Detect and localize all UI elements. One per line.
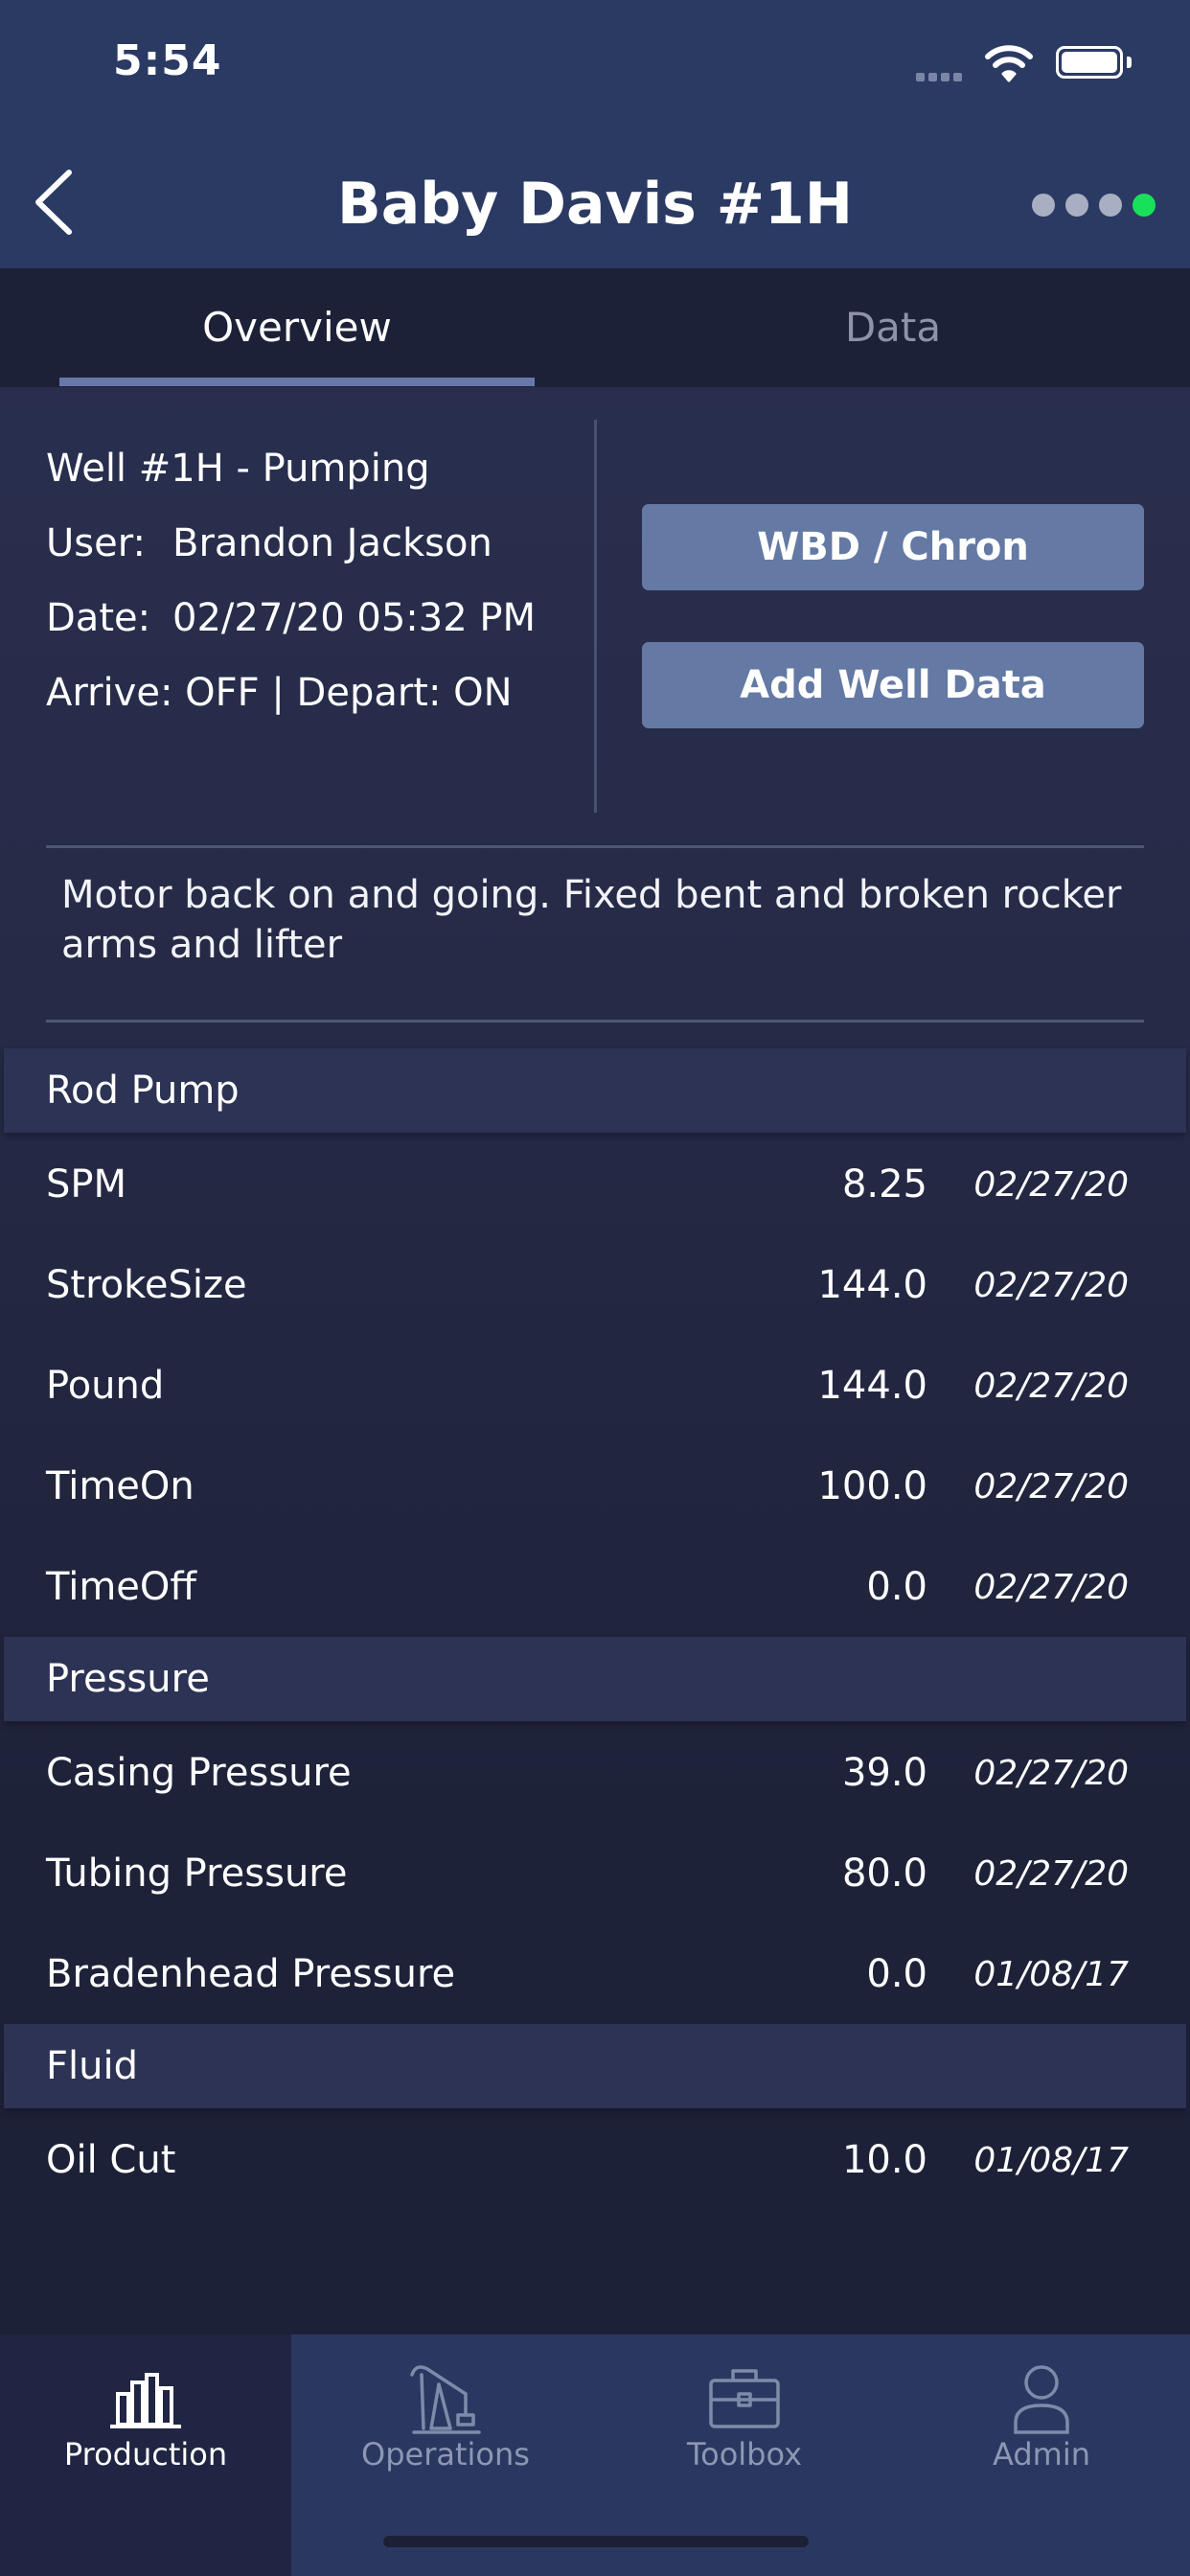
- add-well-data-button[interactable]: Add Well Data: [642, 642, 1144, 728]
- cellular-signal-icon: [916, 67, 966, 85]
- top-bar: 5:54 Baby Davis #1H: [0, 0, 1190, 268]
- divider-top: [46, 845, 1144, 848]
- section-header-rod-pump: Rod Pump: [4, 1048, 1186, 1133]
- row-name: SPM: [46, 1162, 127, 1207]
- tabbar-label: Admin: [993, 2436, 1090, 2472]
- divider-bottom: [46, 1020, 1144, 1023]
- section-header-pressure: Pressure: [4, 1637, 1186, 1721]
- row-name: Tubing Pressure: [46, 1852, 348, 1896]
- page-dot: [1032, 194, 1055, 217]
- row-date: 02/27/20: [973, 1266, 1129, 1305]
- user-line: User: Brandon Jackson: [46, 521, 492, 565]
- segment-tabs: Overview Data: [0, 268, 1190, 387]
- well-note: Motor back on and going. Fixed bent and …: [61, 873, 1122, 967]
- row-date: 02/27/20: [973, 1165, 1129, 1205]
- page-dot-active: [1133, 194, 1156, 217]
- data-row[interactable]: StrokeSize 144.0 02/27/20: [0, 1235, 1190, 1336]
- row-value: 0.0: [866, 1565, 927, 1609]
- row-name: Pound: [46, 1364, 165, 1408]
- date-value: 02/27/20 05:32 PM: [172, 596, 536, 640]
- section-header-fluid: Fluid: [4, 2024, 1186, 2108]
- battery-cap: [1127, 57, 1132, 68]
- user-label: User:: [46, 521, 146, 565]
- well-summary: Well #1H - Pumping User: Brandon Jackson …: [0, 387, 1190, 845]
- row-date: 01/08/17: [973, 2141, 1129, 2180]
- bar-chart-icon: [110, 2373, 181, 2428]
- tab-data[interactable]: Data: [655, 268, 1131, 387]
- well-status: Well #1H - Pumping: [46, 447, 430, 491]
- date-line: Date: 02/27/20 05:32 PM: [46, 596, 536, 640]
- data-row[interactable]: Casing Pressure 39.0 02/27/20: [0, 1723, 1190, 1824]
- data-row[interactable]: Pound 144.0 02/27/20: [0, 1336, 1190, 1437]
- row-name: StrokeSize: [46, 1263, 247, 1307]
- person-icon: [1014, 2365, 1069, 2434]
- row-date: 02/27/20: [973, 1367, 1129, 1406]
- row-name: TimeOn: [46, 1464, 195, 1508]
- tabbar-label: Toolbox: [687, 2436, 802, 2472]
- data-row[interactable]: Bradenhead Pressure 0.0 01/08/17: [0, 1924, 1190, 2025]
- toolbox-icon: [709, 2369, 780, 2428]
- page-title: Baby Davis #1H: [337, 171, 853, 238]
- battery-icon: [1056, 46, 1123, 79]
- active-tab-underline: [59, 378, 535, 386]
- page-dot: [1099, 194, 1122, 217]
- vertical-divider: [594, 420, 597, 813]
- row-value: 10.0: [841, 2138, 927, 2182]
- wifi-icon: [985, 45, 1033, 82]
- status-time: 5:54: [113, 36, 222, 85]
- row-date: 02/27/20: [973, 1754, 1129, 1793]
- row-date: 02/27/20: [973, 1568, 1129, 1607]
- arrive-depart: Arrive: OFF | Depart: ON: [46, 671, 513, 715]
- data-row[interactable]: Oil Cut 10.0 01/08/17: [0, 2110, 1190, 2211]
- wbd-chron-button[interactable]: WBD / Chron: [642, 504, 1144, 590]
- data-row[interactable]: TimeOff 0.0 02/27/20: [0, 1537, 1190, 1638]
- row-value: 8.25: [841, 1162, 927, 1207]
- page-indicator[interactable]: [1021, 194, 1156, 220]
- row-date: 02/27/20: [973, 1854, 1129, 1894]
- data-row[interactable]: SPM 8.25 02/27/20: [0, 1135, 1190, 1235]
- page-dot: [1065, 194, 1088, 217]
- status-icons: [903, 42, 1190, 82]
- row-value: 0.0: [866, 1952, 927, 1996]
- tabbar-production[interactable]: Production: [0, 2334, 291, 2576]
- user-value: Brandon Jackson: [172, 521, 492, 565]
- row-value: 100.0: [817, 1464, 927, 1508]
- row-date: 02/27/20: [973, 1467, 1129, 1506]
- tabbar-label: Production: [63, 2436, 228, 2472]
- row-value: 144.0: [817, 1263, 927, 1307]
- row-date: 01/08/17: [973, 1955, 1129, 1994]
- data-row[interactable]: TimeOn 100.0 02/27/20: [0, 1437, 1190, 1537]
- row-name: TimeOff: [46, 1565, 196, 1609]
- row-name: Bradenhead Pressure: [46, 1952, 456, 1996]
- row-name: Casing Pressure: [46, 1751, 352, 1795]
- row-value: 39.0: [841, 1751, 927, 1795]
- pumpjack-icon: [410, 2365, 481, 2434]
- home-indicator[interactable]: [383, 2536, 809, 2547]
- tabbar-label: Operations: [361, 2436, 530, 2472]
- tabbar-admin[interactable]: Admin: [893, 2334, 1190, 2576]
- row-value: 80.0: [841, 1852, 927, 1896]
- row-name: Oil Cut: [46, 2138, 176, 2182]
- date-label: Date:: [46, 596, 151, 640]
- data-row[interactable]: Tubing Pressure 80.0 02/27/20: [0, 1824, 1190, 1924]
- tab-overview[interactable]: Overview: [59, 268, 535, 387]
- row-value: 144.0: [817, 1364, 927, 1408]
